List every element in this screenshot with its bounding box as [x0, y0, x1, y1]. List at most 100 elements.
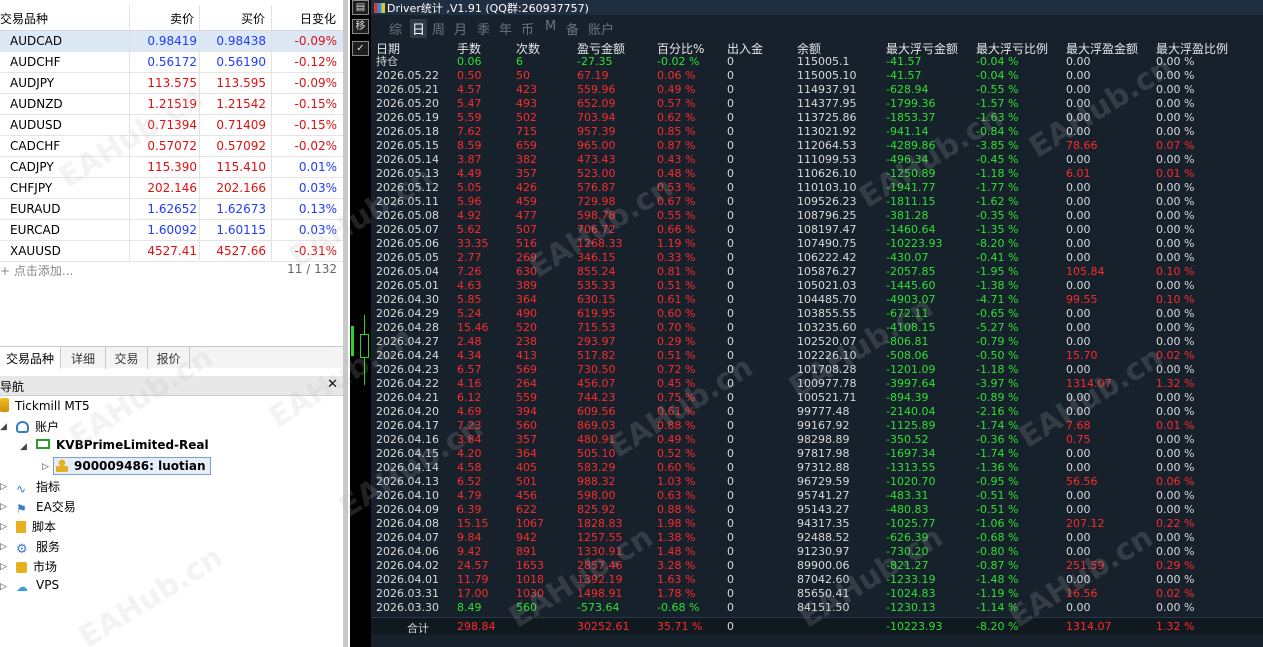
period-tab-6[interactable]: 币 [521, 19, 534, 38]
check-icon[interactable]: ✓ [352, 41, 369, 56]
stats-row[interactable]: 2026.04.30 5.85 364 630.15 0.61 % 0 104485.70 -… [371, 293, 1263, 307]
stats-row[interactable]: 2026.05.19 5.59 502 703.94 0.62 % 0 113725.86 -… [371, 111, 1263, 125]
period-tab-1[interactable]: 日 [410, 19, 428, 38]
stats-row[interactable]: 2026.04.23 6.57 569 730.50 0.72 % 0 101708.28 -… [371, 363, 1263, 377]
stats-row[interactable]: 2026.04.21 6.12 559 744.23 0.75 % 0 100521.71 -… [371, 391, 1263, 405]
symbol-row-cadjpy[interactable]: CADJPY 115.390 115.410 0.01% [0, 157, 343, 178]
period-tab-3[interactable]: 月 [454, 19, 467, 38]
nav-server[interactable]: KVBPrimeLimited-Real [36, 438, 209, 452]
collapse-arrow-icon[interactable]: ◢ [0, 422, 7, 432]
nav-root[interactable]: Tickmill MT5 [0, 398, 90, 413]
stats-cell: -0.89 % [976, 391, 1019, 404]
stats-row[interactable]: 2026.05.21 4.57 423 559.96 0.49 % 0 114937.91 -… [371, 83, 1263, 97]
nav-services[interactable]: ⚙ 服务 [16, 538, 60, 557]
stats-row[interactable]: 2026.04.24 4.34 413 517.82 0.51 % 0 102226.10 -… [371, 349, 1263, 363]
expand-arrow-icon[interactable]: ▷ [0, 582, 7, 592]
stats-row[interactable]: 2026.04.08 15.15 1067 1828.83 1.98 % 0 94317.3… [371, 517, 1263, 531]
expand-arrow-icon[interactable]: ▷ [0, 542, 7, 552]
stats-row[interactable]: 2026.05.18 7.62 715 957.39 0.85 % 0 113021.92 -… [371, 125, 1263, 139]
period-tab-2[interactable]: 周 [432, 19, 445, 38]
expand-arrow-icon[interactable]: ▷ [0, 502, 7, 512]
stats-cell: -27.35 [577, 55, 613, 68]
col-change-header[interactable]: 日变化 [300, 10, 336, 27]
period-tab-7[interactable]: M [545, 19, 556, 34]
tab-ticks[interactable]: 报价 [148, 347, 190, 369]
symbol-row-xauusd[interactable]: XAUUSD 4527.41 4527.66 -0.31% [0, 241, 343, 262]
stats-row[interactable]: 2026.04.22 4.16 264 456.07 0.45 % 0 100977.78 -… [371, 377, 1263, 391]
stats-row[interactable]: 2026.04.28 15.46 520 715.53 0.70 % 0 103235.60… [371, 321, 1263, 335]
stats-row-holding[interactable]: 持仓 0.06 6 -27.35 -0.02 % 0 115005.1 -41.57 -0.04… [371, 55, 1263, 69]
period-tab-5[interactable]: 年 [499, 19, 512, 38]
stats-row[interactable]: 2026.05.04 7.26 630 855.24 0.81 % 0 105876.27 -… [371, 265, 1263, 279]
stats-row[interactable]: 2026.05.22 0.50 50 67.19 0.06 % 0 115005.10 -41… [371, 69, 1263, 83]
expand-arrow-icon[interactable]: ▷ [0, 482, 7, 492]
symbol-row-chfjpy[interactable]: CHFJPY 202.146 202.166 0.03% [0, 178, 343, 199]
period-tab-0[interactable]: 综 [389, 19, 402, 38]
stats-row[interactable]: 2026.03.30 8.49 560 -573.64 -0.68 % 0 84151.50… [371, 601, 1263, 615]
symbol-row-euraud[interactable]: EURAUD 1.62652 1.62673 0.13% [0, 199, 343, 220]
expand-arrow-icon[interactable]: ▷ [42, 462, 49, 472]
stats-row[interactable]: 2026.04.07 9.84 942 1257.55 1.38 % 0 92488.52 -… [371, 531, 1263, 545]
stats-row[interactable]: 2026.05.07 5.62 507 706.72 0.66 % 0 108197.47 -… [371, 223, 1263, 237]
symbol-row-audusd[interactable]: AUDUSD 0.71394 0.71409 -0.15% [0, 115, 343, 136]
stats-row[interactable]: 2026.04.09 6.39 622 825.92 0.88 % 0 95143.27 -4… [371, 503, 1263, 517]
symbol-row-audcad[interactable]: AUDCAD 0.98419 0.98438 -0.09% [0, 31, 343, 52]
tab-trading[interactable]: 交易 [106, 347, 148, 369]
symbol-row-audchf[interactable]: AUDCHF 0.56172 0.56190 -0.12% [0, 52, 343, 73]
stats-cell: -1853.37 [886, 111, 936, 124]
stats-row[interactable]: 2026.04.15 4.20 364 505.10 0.52 % 0 97817.98 -1… [371, 447, 1263, 461]
col-ask-header[interactable]: 买价 [241, 10, 265, 27]
stats-row[interactable]: 2026.04.01 11.79 1018 1392.19 1.63 % 0 87042.6… [371, 573, 1263, 587]
col-symbol-header[interactable]: 交易品种 [0, 10, 48, 27]
add-symbol-link[interactable]: + 点击添加... [0, 262, 73, 279]
nav-accounts[interactable]: 账户 [16, 418, 59, 435]
symbol-row-audjpy[interactable]: AUDJPY 113.575 113.595 -0.09% [0, 73, 343, 94]
stats-cell: 108197.47 [797, 223, 857, 236]
stats-row[interactable]: 2026.05.08 4.92 477 598.78 0.55 % 0 108796.25 -… [371, 209, 1263, 223]
stats-row[interactable]: 2026.05.12 5.05 426 576.87 0.53 % 0 110103.10 -… [371, 181, 1263, 195]
toggle-icon[interactable]: 移 [352, 19, 369, 34]
window-icon[interactable]: ▤ [352, 0, 369, 15]
nav-account[interactable]: 900009486: luotian [53, 457, 211, 475]
nav-experts[interactable]: ⚑ EA交易 [16, 498, 76, 516]
nav-vps[interactable]: ☁ VPS [16, 578, 59, 594]
expand-arrow-icon[interactable]: ▷ [0, 562, 7, 572]
close-icon[interactable]: ✕ [327, 377, 338, 392]
stats-cell: 0.00 % [1156, 125, 1195, 138]
nav-market[interactable]: 市场 [16, 558, 57, 575]
stats-row[interactable]: 2026.05.01 4.63 389 535.33 0.51 % 0 105021.03 -… [371, 279, 1263, 293]
symbol-row-eurcad[interactable]: EURCAD 1.60092 1.60115 0.03% [0, 220, 343, 241]
stats-row[interactable]: 2026.05.13 4.49 357 523.00 0.48 % 0 110626.10 -… [371, 167, 1263, 181]
period-tab-8[interactable]: 备 [566, 19, 579, 38]
stats-cell: 659 [516, 139, 537, 152]
col-bid-header[interactable]: 卖价 [170, 10, 194, 27]
stats-row[interactable]: 2026.04.27 2.48 238 293.97 0.29 % 0 102520.07 -… [371, 335, 1263, 349]
stats-row[interactable]: 2026.04.17 7.23 560 869.03 0.88 % 0 99167.92 -1… [371, 419, 1263, 433]
stats-row[interactable]: 2026.05.11 5.96 459 729.98 0.67 % 0 109526.23 -… [371, 195, 1263, 209]
stats-row[interactable]: 2026.04.02 24.57 1653 2857.46 3.28 % 0 89900.0… [371, 559, 1263, 573]
stats-row[interactable]: 2026.04.14 4.58 405 583.29 0.60 % 0 97312.88 -1… [371, 461, 1263, 475]
stats-row[interactable]: 2026.04.20 4.69 394 609.56 0.61 % 0 99777.48 -2… [371, 405, 1263, 419]
stats-row[interactable]: 2026.05.14 3.87 382 473.43 0.43 % 0 111099.53 -… [371, 153, 1263, 167]
stats-row[interactable]: 2026.04.16 3.84 357 480.91 0.49 % 0 98298.89 -3… [371, 433, 1263, 447]
stats-row[interactable]: 2026.05.20 5.47 493 652.09 0.57 % 0 114377.95 -… [371, 97, 1263, 111]
stats-row[interactable]: 2026.04.29 5.24 490 619.95 0.60 % 0 103855.55 -… [371, 307, 1263, 321]
stats-row[interactable]: 2026.04.06 9.42 891 1330.91 1.48 % 0 91230.97 -… [371, 545, 1263, 559]
stats-row[interactable]: 2026.04.10 4.79 456 598.00 0.63 % 0 95741.27 -4… [371, 489, 1263, 503]
stats-row[interactable]: 2026.05.06 33.35 516 1268.33 1.19 % 0 107490.7… [371, 237, 1263, 251]
stats-row[interactable]: 2026.04.13 6.52 501 988.32 1.03 % 0 96729.59 -1… [371, 475, 1263, 489]
symbol-row-audnzd[interactable]: AUDNZD 1.21519 1.21542 -0.15% [0, 94, 343, 115]
nav-scripts[interactable]: 脚本 [16, 518, 56, 535]
tab-details[interactable]: 详细 [61, 347, 106, 369]
stats-row[interactable]: 2026.05.05 2.77 269 346.15 0.33 % 0 106222.42 -… [371, 251, 1263, 265]
expand-arrow-icon[interactable]: ▷ [0, 522, 7, 532]
symbol-row-cadchf[interactable]: CADCHF 0.57072 0.57092 -0.02% [0, 136, 343, 157]
period-tab-4[interactable]: 季 [477, 19, 490, 38]
period-tab-9[interactable]: 账户 [588, 19, 614, 38]
stats-cell: 50 [516, 69, 530, 82]
collapse-arrow-icon[interactable]: ◢ [20, 442, 27, 452]
stats-row[interactable]: 2026.03.31 17.00 1030 1498.91 1.78 % 0 85650.4… [371, 587, 1263, 601]
stats-row[interactable]: 2026.05.15 8.59 659 965.00 0.87 % 0 112064.53 -… [371, 139, 1263, 153]
tab-symbols[interactable]: 交易品种 [0, 347, 61, 369]
nav-indicators[interactable]: ∿ 指标 [16, 478, 60, 496]
